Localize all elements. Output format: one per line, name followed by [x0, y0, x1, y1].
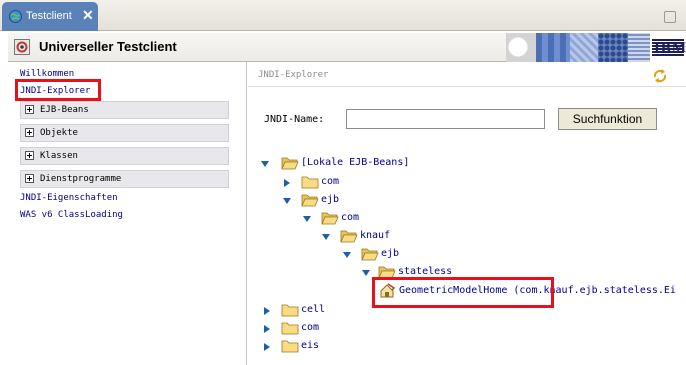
tree-node-label: knauf — [360, 230, 391, 241]
nav-link-jndi-eigenschaften[interactable]: JNDI-Eigenschaften — [20, 193, 118, 203]
open-folder-icon — [340, 230, 358, 243]
expand-icon[interactable] — [25, 128, 34, 137]
nav-section-ejb-beans[interactable]: EJB-Beans — [20, 101, 229, 119]
open-folder-icon — [321, 212, 339, 225]
open-folder-icon — [301, 194, 319, 207]
app-banner: Universeller Testclient IBM — [8, 33, 686, 62]
chevron-right-icon[interactable] — [263, 325, 271, 333]
ibm-banner-graphic: IBM — [506, 33, 686, 62]
close-tab-icon[interactable]: ✕ — [82, 7, 96, 23]
chevron-down-icon[interactable] — [322, 233, 330, 241]
divider — [248, 86, 686, 87]
highlight-box-jndi-explorer — [15, 79, 101, 101]
navigation-pane: Willkommen JNDI-Explorer EJB-Beans Objek… — [8, 62, 247, 365]
nav-link-was-classloading[interactable]: WAS v6 ClassLoading — [20, 210, 123, 220]
open-folder-icon — [281, 157, 299, 170]
tree-node-label: ejb — [321, 194, 340, 205]
search-button[interactable]: Suchfunktion — [558, 108, 657, 130]
nav-section-klassen[interactable]: Klassen — [20, 147, 229, 165]
globe-icon — [9, 10, 22, 23]
nav-section-label: Klassen — [40, 151, 78, 161]
folder-icon — [281, 340, 299, 353]
jndi-explorer-pane: JNDI-Explorer JNDI-Name: Suchfunktion [L… — [248, 62, 686, 365]
tree-node-label: [Lokale EJB-Beans] — [301, 157, 410, 168]
chevron-down-icon[interactable] — [261, 160, 269, 168]
folder-icon — [301, 176, 319, 189]
tab-label: Testclient — [26, 10, 72, 22]
testclient-app-icon — [14, 39, 30, 55]
tree-node-label: ejb — [381, 248, 400, 259]
folder-icon — [281, 322, 299, 335]
pane-title: JNDI-Explorer — [258, 70, 329, 80]
folder-icon — [281, 304, 299, 317]
chevron-down-icon[interactable] — [303, 215, 311, 223]
chevron-down-icon[interactable] — [283, 197, 291, 205]
editor-tab-bar: Testclient ✕ — [0, 0, 686, 31]
nav-section-label: Dienstprogramme — [40, 174, 122, 184]
jndi-name-label: JNDI-Name: — [264, 114, 325, 125]
nav-section-label: EJB-Beans — [40, 105, 89, 115]
nav-section-dienstprogramme[interactable]: Dienstprogramme — [20, 170, 229, 188]
chevron-right-icon[interactable] — [283, 179, 291, 187]
tree-node-label: com — [341, 212, 360, 223]
ibm-logo: IBM — [654, 40, 686, 56]
open-folder-icon — [361, 248, 379, 261]
refresh-icon[interactable] — [652, 68, 668, 84]
tree-node-label: com — [301, 322, 320, 333]
highlight-box-geometricmodelhome — [372, 277, 554, 308]
tree-node-label: com — [321, 176, 340, 187]
tree-node-label: stateless — [398, 266, 453, 277]
tree-node-label: cell — [301, 304, 326, 315]
app-title: Universeller Testclient — [39, 39, 177, 54]
restore-view-icon[interactable] — [664, 11, 676, 23]
jndi-name-input[interactable] — [346, 109, 545, 129]
chevron-right-icon[interactable] — [263, 343, 271, 351]
chevron-down-icon[interactable] — [343, 251, 351, 259]
tab-testclient[interactable]: Testclient ✕ — [2, 2, 98, 31]
nav-section-label: Objekte — [40, 128, 78, 138]
expand-icon[interactable] — [25, 105, 34, 114]
nav-section-objekte[interactable]: Objekte — [20, 124, 229, 142]
nav-link-willkommen[interactable]: Willkommen — [20, 69, 74, 79]
expand-icon[interactable] — [25, 174, 34, 183]
expand-icon[interactable] — [25, 151, 34, 160]
chevron-right-icon[interactable] — [263, 307, 271, 315]
tree-node-label: eis — [301, 340, 320, 351]
chevron-down-icon[interactable] — [362, 269, 370, 277]
